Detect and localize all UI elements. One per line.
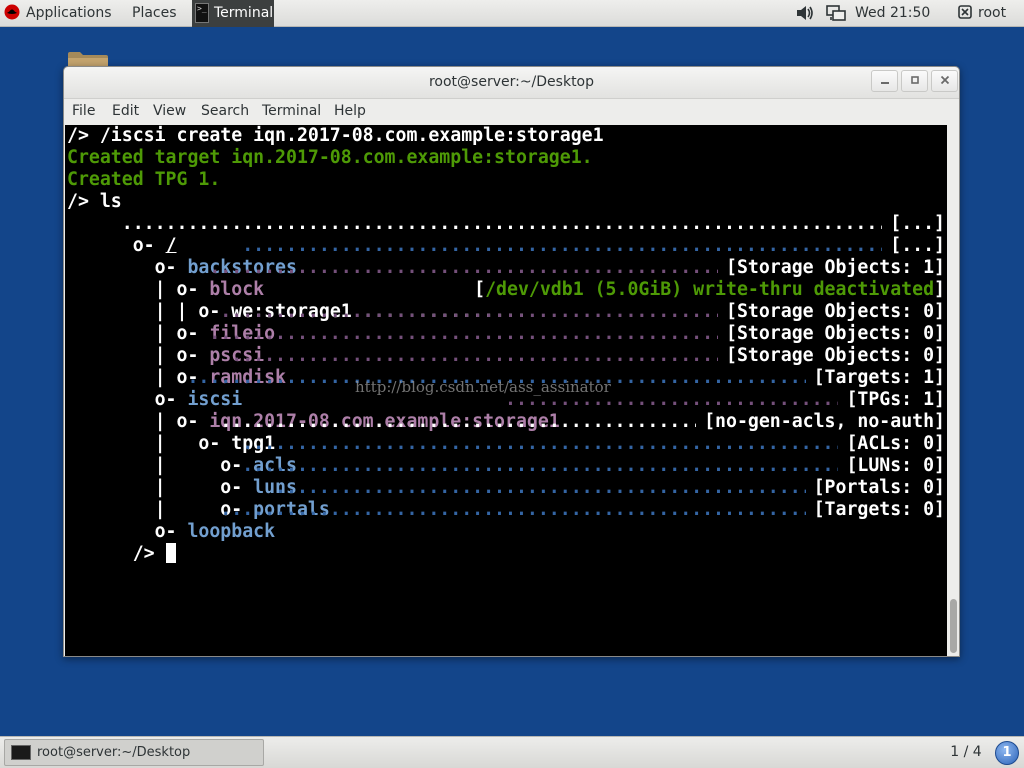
tree-row-luns: | o- luns ..............................…: [67, 455, 945, 498]
output-line: Created TPG 1.: [67, 169, 221, 190]
tree-node-status: [ACLs: 0]: [846, 433, 945, 454]
status-bracket-close: ]: [934, 279, 945, 300]
bottom-panel: root@server:~/Desktop 1 / 4 1: [0, 736, 1024, 768]
terminal-icon: >_: [195, 3, 209, 23]
menu-bar: File Edit View Search Terminal Help: [64, 99, 959, 125]
maximize-icon: [910, 76, 919, 84]
places-menu[interactable]: Places: [132, 0, 177, 27]
menu-file[interactable]: File: [72, 103, 95, 119]
tree-row-portals: | o- portals ...........................…: [67, 477, 945, 520]
user-name: root: [978, 5, 1007, 21]
applications-label: Applications: [26, 5, 112, 21]
prompt-line[interactable]: />: [67, 521, 176, 564]
command-line: /> ls: [67, 191, 122, 212]
tree-dots: ........................................…: [209, 323, 718, 344]
close-button[interactable]: [931, 70, 958, 92]
tree-row-tpg1: | o- tpg1 ..............................…: [67, 411, 945, 454]
notification-icon[interactable]: 1: [995, 741, 1019, 765]
tree-dots: ........................................…: [220, 301, 718, 322]
tree-row-pscsi: | o- pscsi .............................…: [67, 323, 945, 366]
tree-node-status: [/dev/vdb1 (5.0GiB) write-thru deactivat…: [474, 279, 945, 301]
tree-node-name: loopback: [187, 521, 276, 542]
tree-dots: ........................................…: [209, 257, 718, 278]
tree-row-fileio: | o- fileio ............................…: [67, 301, 945, 344]
tree-row-acls: | o- acls ..............................…: [67, 433, 945, 476]
tree-row-ramdisk: | o- ramdisk ...........................…: [67, 345, 945, 388]
tree-row-loopback: o- loopback ............................…: [67, 499, 945, 542]
active-app-terminal[interactable]: >_ Terminal: [192, 0, 274, 27]
tree-node-status: [Storage Objects: 0]: [726, 301, 945, 322]
tree-row-block: | o- block .............................…: [67, 257, 945, 300]
tree-node-status: [Targets: 1]: [813, 367, 945, 388]
network-icon[interactable]: [826, 5, 846, 22]
tree-node-status: [no-gen-acls, no-auth]: [704, 411, 945, 432]
user-menu[interactable]: root: [958, 0, 1006, 27]
tree-node-status: [LUNs: 0]: [846, 455, 945, 476]
window-titlebar[interactable]: root@server:~/Desktop: [64, 67, 959, 99]
tree-row-root: o- / ...................................…: [67, 213, 945, 256]
prompt: />: [132, 543, 166, 564]
terminal-icon: [11, 745, 31, 760]
window-list-item-terminal[interactable]: root@server:~/Desktop: [4, 739, 264, 766]
terminal-window: root@server:~/Desktop File Edit View Sea…: [63, 66, 960, 657]
status-text: /dev/vdb1 (5.0GiB) write-thru deactivate…: [485, 279, 935, 300]
tree-dots: ........................................…: [242, 455, 838, 476]
command-line: /> /iscsi create iqn.2017-08.com.example…: [67, 125, 604, 146]
scrollbar[interactable]: [948, 125, 959, 656]
tree-dots: ........................................…: [220, 499, 805, 520]
tree-node-status: [Storage Objects: 0]: [726, 345, 945, 366]
tree-dots: ........................................…: [242, 235, 882, 256]
tree-node-status: [Storage Objects: 0]: [726, 323, 945, 344]
window-list-label: root@server:~/Desktop: [37, 745, 191, 760]
window-title: root@server:~/Desktop: [428, 74, 595, 90]
workspace-indicator[interactable]: 1 / 4: [940, 739, 992, 766]
volume-icon[interactable]: [796, 5, 814, 21]
terminal-output[interactable]: /> /iscsi create iqn.2017-08.com.example…: [65, 125, 947, 656]
minimize-button[interactable]: [871, 70, 898, 92]
top-panel: Applications Places >_ Terminal Wed 21:5…: [0, 0, 1024, 27]
redhat-logo-icon: [4, 4, 20, 20]
watermark: http://blog.csdn.net/ass_assinator: [355, 378, 611, 396]
status-bracket-open: [: [474, 279, 486, 300]
clock[interactable]: Wed 21:50: [855, 0, 930, 27]
tree-node-status: [Storage Objects: 1]: [726, 257, 945, 278]
menu-edit[interactable]: Edit: [112, 103, 139, 119]
minimize-icon: [880, 82, 889, 84]
menu-help[interactable]: Help: [334, 103, 366, 119]
tree-node-status: [...]: [890, 235, 945, 256]
tree-node-status: [TPGs: 1]: [846, 389, 945, 410]
text-cursor: [165, 543, 176, 563]
menu-view[interactable]: View: [153, 103, 186, 119]
tree-dots: ........................................…: [220, 411, 697, 432]
tree-node-status: [Targets: 0]: [813, 499, 945, 520]
tree-dots: ........................................…: [121, 213, 883, 234]
tree-row-storage1: | | o- we:storage1 ............... [/dev…: [67, 279, 945, 322]
menu-terminal[interactable]: Terminal: [262, 103, 321, 119]
tree-row-backstores: o- backstores ..........................…: [67, 235, 945, 278]
applications-menu[interactable]: Applications: [4, 0, 112, 27]
menu-search[interactable]: Search: [201, 103, 249, 119]
output-line: Created target iqn.2017-08.com.example:s…: [67, 147, 593, 168]
close-icon: [940, 75, 949, 85]
active-app-label: Terminal: [214, 5, 274, 21]
tree-dots: ........................................…: [242, 433, 838, 454]
tree-dots: ........................................…: [231, 345, 718, 366]
tree-dots: ........................................…: [275, 477, 806, 498]
scrollbar-thumb[interactable]: [950, 599, 957, 653]
user-icon: [958, 5, 972, 19]
tree-node-status: [...]: [890, 213, 945, 234]
tree-node-status: [Portals: 0]: [813, 477, 945, 498]
maximize-button[interactable]: [901, 70, 928, 92]
